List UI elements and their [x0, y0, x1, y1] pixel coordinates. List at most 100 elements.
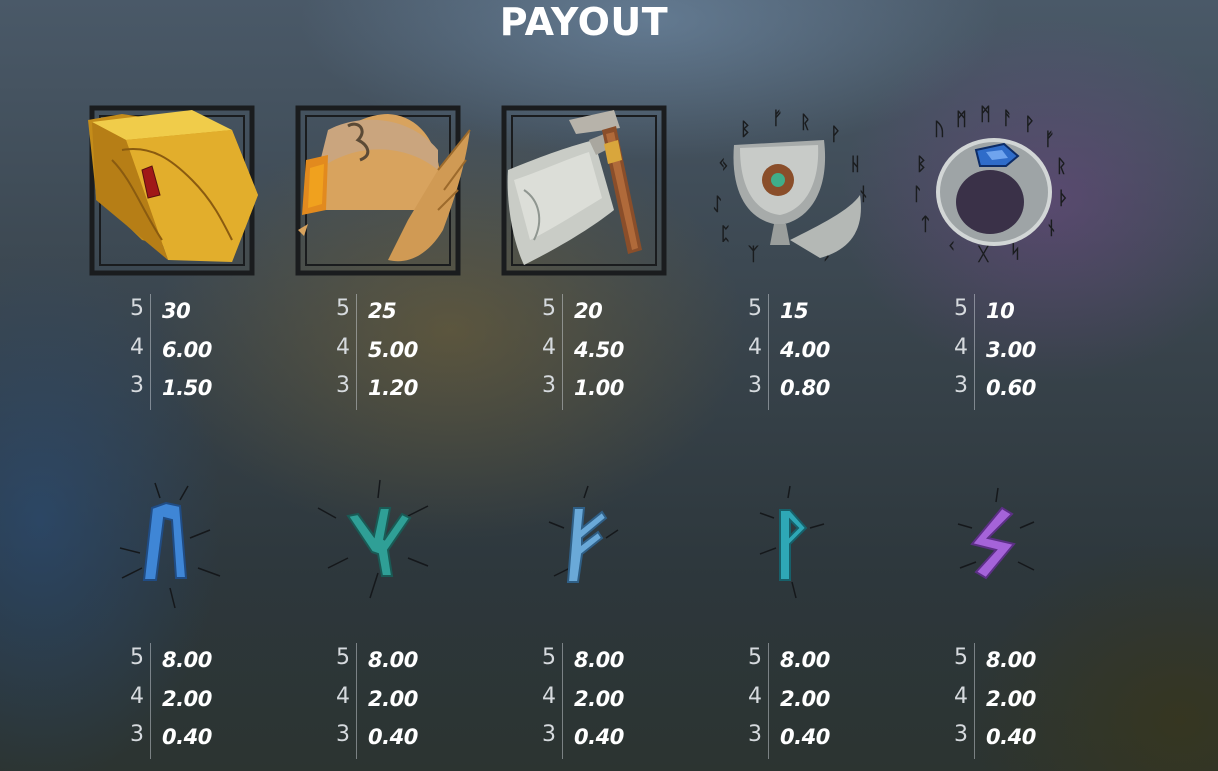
payout-row: 5 25	[334, 294, 454, 333]
svg-text:ᚹ: ᚹ	[1024, 114, 1035, 135]
count-label: 4	[954, 683, 968, 709]
payout-value: 0.40	[574, 725, 624, 749]
column-divider	[150, 294, 151, 333]
count-label: 4	[954, 334, 968, 360]
svg-text:ᚱ: ᚱ	[1056, 156, 1067, 177]
symbol-helmet	[288, 100, 471, 280]
payout-value: 0.40	[986, 725, 1036, 749]
column-divider	[356, 332, 357, 371]
svg-text:ᚺ: ᚺ	[850, 154, 861, 175]
column-divider	[562, 643, 563, 682]
svg-text:ᚦ: ᚦ	[1058, 188, 1069, 209]
count-label: 5	[542, 645, 556, 670]
symbol-rune-sowilo	[906, 458, 1086, 638]
paytable-rune-uruz: 5 8.00 4 2.00 3 0.40	[128, 643, 248, 759]
count-label: 5	[130, 645, 144, 670]
payout-row: 3 0.60	[952, 371, 1072, 410]
count-label: 5	[542, 296, 556, 321]
payout-row: 4 3.00	[952, 332, 1072, 371]
payout-row: 5 30	[128, 294, 248, 333]
payout-row: 4 4.00	[746, 332, 866, 371]
column-divider	[974, 681, 975, 720]
payout-value: 2.00	[162, 686, 212, 711]
paytable-rune-algiz: 5 8.00 4 2.00 3 0.40	[334, 643, 454, 759]
payout-row: 4 6.00	[128, 332, 248, 371]
payout-value: 8.00	[780, 648, 830, 672]
column-divider	[150, 643, 151, 682]
column-divider	[768, 294, 769, 333]
payout-value: 0.40	[162, 725, 212, 749]
count-label: 4	[748, 334, 762, 360]
symbol-axe	[494, 100, 674, 280]
count-label: 4	[130, 683, 144, 709]
paytable-book: 5 30 4 6.00 3 1.50	[128, 294, 248, 410]
payout-row: 3 1.20	[334, 371, 454, 410]
svg-text:ᛈ: ᛈ	[720, 224, 731, 245]
payout-value: 20	[574, 299, 603, 323]
count-label: 4	[542, 683, 556, 709]
count-label: 5	[336, 645, 350, 670]
payout-value: 15	[780, 299, 809, 323]
svg-text:ᛏ: ᛏ	[920, 214, 931, 235]
payout-row: 4 2.00	[128, 681, 248, 720]
column-divider	[356, 681, 357, 720]
chalice-icon: ᛒᚠᚱ ᚹᚺᚾ ᛁᛃᛇ ᛈᛉᛊ	[712, 108, 869, 265]
winged-helmet-icon	[295, 105, 471, 276]
column-divider	[562, 332, 563, 371]
svg-text:ᛚ: ᛚ	[912, 184, 923, 205]
payout-value: 1.00	[574, 376, 624, 400]
count-label: 3	[130, 722, 144, 747]
column-divider	[768, 332, 769, 371]
count-label: 5	[130, 296, 144, 321]
payout-value: 8.00	[368, 648, 418, 672]
column-divider	[974, 332, 975, 371]
payout-value: 5.00	[368, 337, 418, 362]
payout-row: 3 0.40	[334, 720, 454, 759]
payout-value: 8.00	[162, 648, 212, 672]
payout-value: 0.40	[780, 725, 830, 749]
symbol-rune-fehu	[494, 458, 674, 638]
symbol-chalice: ᛒᚠᚱ ᚹᚺᚾ ᛁᛃᛇ ᛈᛉᛊ	[700, 100, 880, 280]
svg-text:ᛒ: ᛒ	[916, 154, 927, 175]
symbol-rune-algiz	[288, 458, 468, 638]
count-label: 4	[336, 334, 350, 360]
payout-row: 5 8.00	[746, 643, 866, 682]
symbol-rune-uruz	[80, 458, 260, 638]
paytable-helmet: 5 25 4 5.00 3 1.20	[334, 294, 454, 410]
count-label: 5	[954, 645, 968, 670]
payout-row: 5 8.00	[128, 643, 248, 682]
symbol-book	[82, 100, 262, 280]
svg-text:ᚷ: ᚷ	[977, 244, 990, 265]
count-label: 3	[954, 722, 968, 747]
cyan-rune-wunjo-icon	[759, 485, 825, 599]
paytable-rune-sowilo: 5 8.00 4 2.00 3 0.40	[952, 643, 1072, 759]
column-divider	[974, 643, 975, 682]
column-divider	[768, 720, 769, 759]
payout-value: 6.00	[162, 337, 212, 362]
paytable-axe: 5 20 4 4.50 3 1.00	[540, 294, 660, 410]
svg-text:ᚨ: ᚨ	[1002, 108, 1013, 129]
page-title: PAYOUT	[499, 0, 669, 44]
svg-text:ᚠ: ᚠ	[1044, 129, 1055, 150]
column-divider	[974, 371, 975, 410]
svg-text:ᛗ: ᛗ	[980, 104, 991, 125]
payout-row: 4 2.00	[746, 681, 866, 720]
column-divider	[768, 371, 769, 410]
symbol-rune-wunjo	[700, 458, 880, 638]
payout-value: 4.50	[574, 337, 624, 362]
count-label: 3	[954, 373, 968, 398]
svg-text:ᛃ: ᛃ	[718, 154, 729, 175]
payout-row: 4 2.00	[540, 681, 660, 720]
payout-value: 3.00	[986, 337, 1036, 362]
column-divider	[768, 681, 769, 720]
payout-value: 2.00	[986, 686, 1036, 711]
payout-value: 8.00	[986, 648, 1036, 672]
svg-text:ᚱ: ᚱ	[800, 112, 811, 133]
sapphire-ring-icon: ᚢᛗᛗ ᚨ ᚹᚠ ᚱᚦᚾ ᛒᛚᛏ ᚲᚷᛋ	[912, 104, 1069, 265]
column-divider	[150, 371, 151, 410]
payout-value: 4.00	[780, 337, 830, 362]
count-label: 3	[542, 722, 556, 747]
payout-row: 3 1.00	[540, 371, 660, 410]
payout-row: 5 8.00	[334, 643, 454, 682]
count-label: 5	[336, 296, 350, 321]
